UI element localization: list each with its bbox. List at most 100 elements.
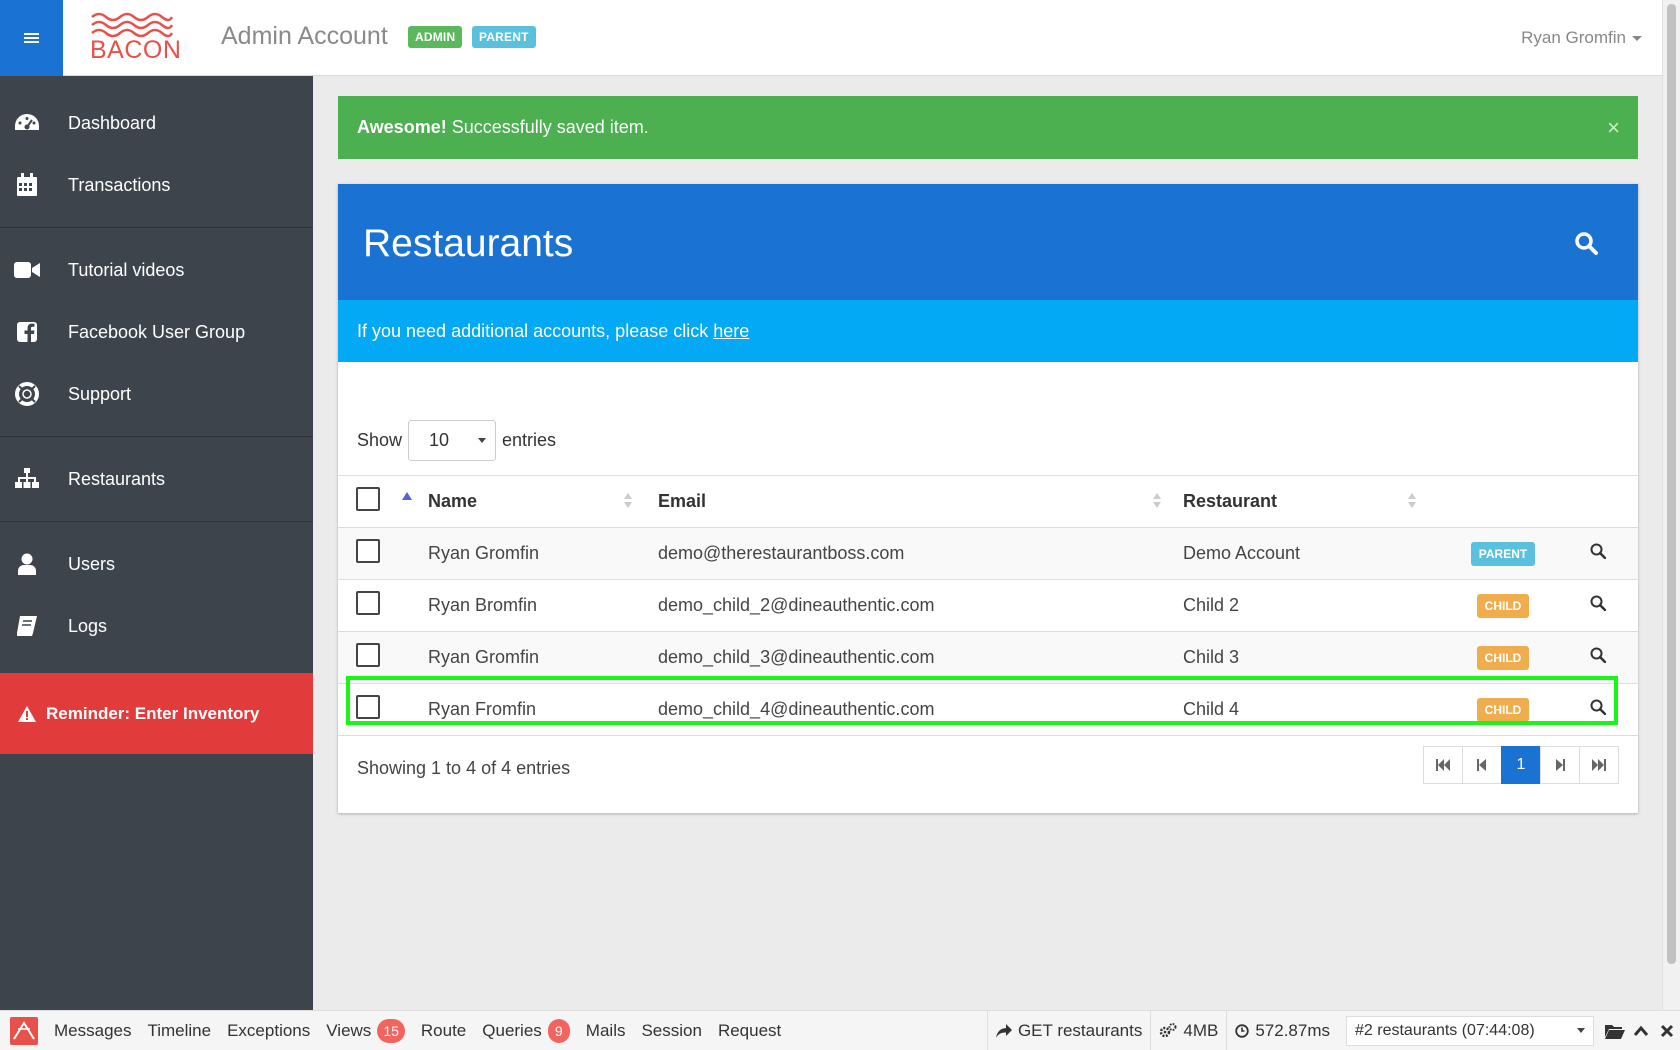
column-header-type (1448, 475, 1558, 528)
previous-page-button[interactable] (1462, 746, 1502, 784)
sidebar-item-users[interactable]: Users (0, 533, 313, 595)
previous-page-icon (1477, 759, 1486, 771)
search-button[interactable] (1574, 231, 1598, 260)
debug-request-select[interactable]: #2 restaurants (07:44:08) (1346, 1015, 1594, 1046)
cell-email: demo_child_4@dineauthentic.com (658, 683, 1183, 736)
book-icon (14, 614, 40, 638)
debug-tab-route[interactable]: Route (421, 1021, 466, 1041)
vertical-scrollbar[interactable] (1662, 0, 1680, 1010)
sidebar-item-label: Dashboard (68, 112, 157, 133)
sort-icon (1408, 493, 1416, 511)
row-checkbox[interactable] (356, 539, 380, 563)
first-page-icon (1436, 759, 1450, 771)
restaurants-table: Name Email Restaurant Ryan Gromfin demo@… (338, 475, 1638, 736)
debug-request-value: #2 restaurants (07:44:08) (1355, 1021, 1535, 1039)
debug-tab-timeline[interactable]: Timeline (147, 1021, 211, 1041)
debug-tab-views[interactable]: Views 15 (326, 1018, 405, 1043)
first-page-button[interactable] (1423, 746, 1463, 784)
chevron-up-icon[interactable] (1628, 1025, 1654, 1037)
row-checkbox[interactable] (356, 591, 380, 615)
sort-icon (1153, 493, 1161, 511)
success-alert: Awesome! Successfully saved item. × (338, 96, 1638, 159)
card-header: Restaurants (338, 184, 1638, 300)
debug-tab-label: Views (326, 1020, 372, 1040)
debug-tab-session[interactable]: Session (641, 1021, 701, 1041)
sidebar-item-transactions[interactable]: Transactions (0, 154, 313, 216)
column-header-email[interactable]: Email (658, 475, 1183, 528)
debug-tab-exceptions[interactable]: Exceptions (227, 1021, 310, 1041)
search-icon (1575, 232, 1598, 255)
reminder-label: Reminder: Enter Inventory (46, 703, 260, 723)
sidebar-divider (0, 227, 313, 228)
debug-tab-queries[interactable]: Queries 9 (482, 1018, 570, 1043)
cell-name: Ryan Gromfin (428, 631, 658, 684)
search-icon (1590, 543, 1607, 560)
debug-time: 572.87ms (1226, 1011, 1338, 1050)
here-link[interactable]: here (713, 321, 749, 342)
additional-accounts-notice: If you need additional accounts, please … (338, 300, 1638, 362)
page-button-1[interactable]: 1 (1501, 746, 1541, 784)
next-page-icon (1556, 759, 1565, 771)
table-row: Ryan Bromfin demo_child_2@dineauthentic.… (338, 579, 1638, 632)
debug-route: GET restaurants (986, 1011, 1150, 1050)
debug-memory-text: 4MB (1183, 1020, 1219, 1040)
view-row-button[interactable] (1590, 647, 1607, 668)
select-all-header[interactable] (338, 475, 428, 528)
caret-down-icon (1577, 1028, 1585, 1033)
page-length-control: Show 10 entries (357, 420, 556, 461)
reminder-enter-inventory-link[interactable]: Reminder: Enter Inventory (0, 673, 313, 754)
queries-count-badge: 9 (547, 1018, 570, 1043)
sidebar-item-tutorial-videos[interactable]: Tutorial videos (0, 239, 313, 301)
sidebar-item-dashboard[interactable]: Dashboard (0, 92, 313, 154)
row-checkbox[interactable] (356, 643, 380, 667)
hamburger-menu-button[interactable] (0, 0, 63, 76)
row-checkbox[interactable] (356, 695, 380, 719)
menu-icon (24, 31, 39, 45)
sidebar-item-label: Users (68, 553, 116, 574)
show-label: Show (357, 430, 403, 450)
sidebar-item-restaurants[interactable]: Restaurants (0, 448, 313, 510)
life-ring-icon (14, 382, 40, 406)
view-row-button[interactable] (1590, 543, 1607, 564)
status-badge: CHILD (1476, 697, 1530, 722)
app-logo[interactable]: BACON (90, 12, 181, 64)
cell-restaurant: Demo Account (1183, 527, 1448, 580)
sidebar-item-logs[interactable]: Logs (0, 595, 313, 657)
cell-name: Ryan Gromfin (428, 527, 658, 580)
column-label: Restaurant (1183, 491, 1278, 511)
view-row-button[interactable] (1590, 595, 1607, 616)
next-page-button[interactable] (1540, 746, 1580, 784)
column-header-restaurant[interactable]: Restaurant (1183, 475, 1448, 528)
alert-message: Successfully saved item. (451, 117, 649, 137)
sidebar-item-label: Facebook User Group (68, 321, 246, 342)
debugbar-logo-icon[interactable] (10, 1016, 38, 1045)
close-icon[interactable] (1654, 1024, 1680, 1038)
clock-icon (1235, 1023, 1250, 1038)
open-folder-icon[interactable] (1602, 1023, 1628, 1039)
entries-label: entries (502, 430, 557, 450)
sidebar-item-label: Tutorial videos (68, 259, 185, 280)
column-header-actions (1558, 475, 1638, 528)
column-header-name[interactable]: Name (428, 475, 658, 528)
alert-close-button[interactable]: × (1607, 115, 1620, 141)
search-icon (1590, 647, 1607, 664)
warning-icon (18, 705, 36, 722)
table-info: Showing 1 to 4 of 4 entries (357, 758, 571, 778)
search-icon (1590, 699, 1607, 716)
calendar-icon (14, 173, 40, 197)
page-length-select[interactable]: 10 (408, 420, 497, 461)
user-menu-dropdown[interactable]: Ryan Gromfin (1521, 28, 1642, 48)
view-row-button[interactable] (1590, 699, 1607, 720)
last-page-button[interactable] (1579, 746, 1619, 784)
debug-tab-mails[interactable]: Mails (586, 1021, 626, 1041)
select-all-checkbox[interactable] (356, 487, 380, 511)
debug-tab-request[interactable]: Request (718, 1021, 781, 1041)
table-row: Ryan Gromfin demo@therestaurantboss.com … (338, 527, 1638, 580)
scrollbar-thumb[interactable] (1667, 4, 1676, 964)
last-page-icon (1592, 759, 1606, 771)
status-badge: PARENT (1470, 541, 1536, 566)
debug-tab-messages[interactable]: Messages (54, 1021, 131, 1041)
sidebar-item-facebook-user-group[interactable]: Facebook User Group (0, 301, 313, 363)
debug-time-text: 572.87ms (1255, 1020, 1330, 1040)
sidebar-item-support[interactable]: Support (0, 363, 313, 425)
